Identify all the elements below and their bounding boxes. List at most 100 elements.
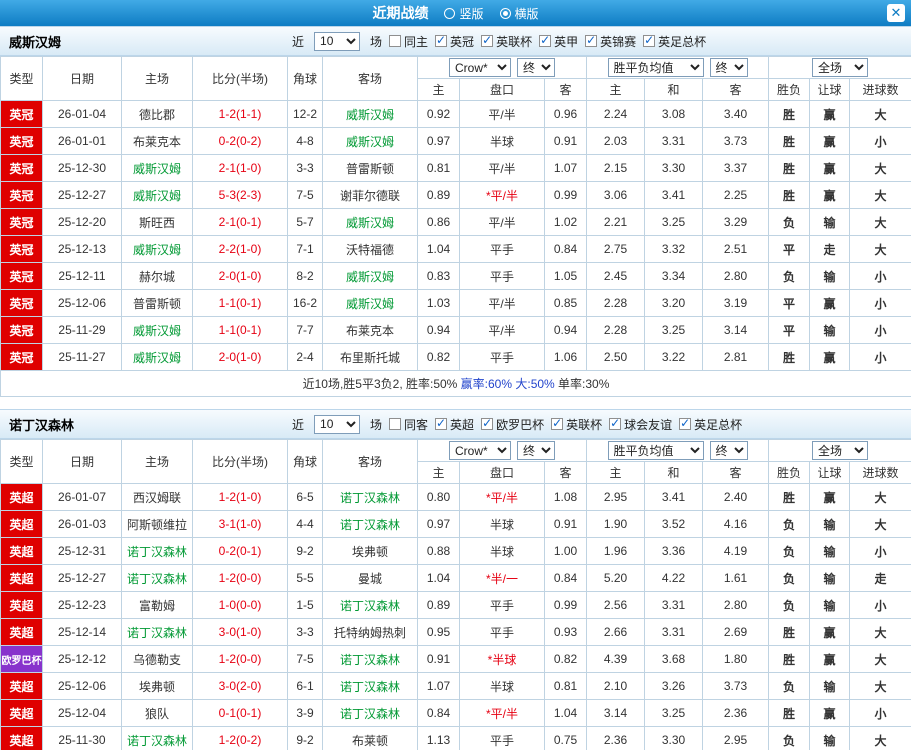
home-team[interactable]: 乌德勒支 [121,645,193,673]
checkbox-checked-icon[interactable] [609,416,622,430]
avg-final-select[interactable]: 终 [709,441,748,460]
home-team[interactable]: 富勒姆 [121,591,193,619]
away-team[interactable]: 托特纳姆热刺 [322,618,418,646]
away-team[interactable]: 埃弗顿 [322,537,418,565]
home-team[interactable]: 埃弗顿 [121,672,193,700]
avg-final-select[interactable]: 终 [709,58,748,77]
match-row: 英冠 26-01-04 德比郡 1-2(1-1) 12-2 威斯汉姆 0.92 平/半 0.96… [0,100,911,128]
match-row: 英冠 25-12-30 威斯汉姆 2-1(1-0) 3-3 普雷斯顿 0.81 平/半 1.07… [0,154,911,182]
checkbox-checked-icon[interactable] [435,33,448,47]
away-team[interactable]: 诺丁汉森林 [322,645,418,673]
checkbox-unchecked-icon[interactable] [389,35,402,47]
eu-away-odds: 2.80 [702,591,770,619]
away-team[interactable]: 诺丁汉森林 [322,699,418,727]
corners: 3-9 [287,699,323,727]
competition-filter[interactable]: 英冠 [435,33,474,50]
competition-filter[interactable]: 同客 [389,416,428,433]
competition-filter[interactable]: 英联杯 [551,416,602,433]
recent-count-select[interactable]: 10 [314,31,361,51]
away-team[interactable]: 威斯汉姆 [322,289,418,317]
home-team[interactable]: 斯旺西 [121,208,193,236]
competition-filter[interactable]: 英超 [435,416,474,433]
away-team[interactable]: 诺丁汉森林 [322,672,418,700]
eu-home-odds: 5.20 [586,564,646,592]
home-team[interactable]: 诺丁汉森林 [121,537,193,565]
checkbox-unchecked-icon[interactable] [389,418,402,430]
result-goals: 大 [849,208,911,236]
competition-filter[interactable]: 英锦赛 [585,33,636,50]
checkbox-checked-icon[interactable] [481,33,494,47]
result-handicap: 输 [809,262,851,290]
competition-filter[interactable]: 球会友谊 [609,416,672,433]
scope-select[interactable]: 全场 [812,441,869,460]
competition-filter[interactable]: 英甲 [539,33,578,50]
match-date: 25-12-27 [42,564,122,592]
away-team[interactable]: 布莱顿 [322,726,418,750]
bookmaker-select[interactable]: Crow* [449,441,512,460]
checkbox-checked-icon[interactable] [539,33,552,47]
radio-selected-icon[interactable] [499,7,511,19]
home-team[interactable]: 赫尔城 [121,262,193,290]
checkbox-checked-icon[interactable] [435,416,448,430]
match-date: 26-01-01 [42,127,122,155]
away-team[interactable]: 谢菲尔德联 [322,181,418,209]
checkbox-checked-icon[interactable] [481,416,494,430]
checkbox-checked-icon[interactable] [643,33,656,47]
eu-draw-odds: 3.08 [644,100,704,128]
home-team[interactable]: 狼队 [121,699,193,727]
section-header: 诺丁汉森林 近 10 场 同客 英超 欧罗巴杯 英联杯 球会友谊 英足总杯 [0,409,911,439]
home-team[interactable]: 威斯汉姆 [121,316,193,344]
competition-filter[interactable]: 英足总杯 [643,33,706,50]
checkbox-checked-icon[interactable] [551,416,564,430]
eu-draw-odds: 3.25 [644,316,704,344]
away-team[interactable]: 普雷斯顿 [322,154,418,182]
checkbox-checked-icon[interactable] [679,416,692,430]
home-team[interactable]: 威斯汉姆 [121,181,193,209]
home-team[interactable]: 诺丁汉森林 [121,726,193,750]
competition-filter[interactable]: 英联杯 [481,33,532,50]
layout-horizontal-radio[interactable]: 横版 [499,5,539,22]
home-team[interactable]: 普雷斯顿 [121,289,193,317]
away-team[interactable]: 威斯汉姆 [322,100,418,128]
avg-odds-select[interactable]: 胜平负均值 [607,58,704,77]
bookmaker-final-select[interactable]: 终 [517,441,556,460]
competition-filter[interactable]: 同主 [389,33,428,50]
eu-draw-odds: 3.36 [644,537,704,565]
eu-away-odds: 2.80 [702,262,770,290]
home-team[interactable]: 威斯汉姆 [121,154,193,182]
home-team[interactable]: 阿斯顿维拉 [121,510,193,538]
match-date: 25-12-20 [42,208,122,236]
away-team[interactable]: 沃特福德 [322,235,418,263]
home-team[interactable]: 德比郡 [121,100,193,128]
away-team[interactable]: 诺丁汉森林 [322,483,418,511]
radio-unselected-icon[interactable] [444,7,456,19]
away-team[interactable]: 威斯汉姆 [322,127,418,155]
competition-filter[interactable]: 欧罗巴杯 [481,416,544,433]
avg-odds-select[interactable]: 胜平负均值 [607,441,704,460]
away-team[interactable]: 曼城 [322,564,418,592]
home-team[interactable]: 威斯汉姆 [121,343,193,371]
competition-filter[interactable]: 英足总杯 [679,416,742,433]
away-team[interactable]: 诺丁汉森林 [322,510,418,538]
away-team[interactable]: 布莱克本 [322,316,418,344]
bookmaker-select[interactable]: Crow* [449,58,512,77]
layout-vertical-radio[interactable]: 竖版 [444,5,484,22]
checkbox-checked-icon[interactable] [585,33,598,47]
away-team[interactable]: 布里斯托城 [322,343,418,371]
league-badge: 英超 [0,591,43,619]
away-team[interactable]: 威斯汉姆 [322,262,418,290]
column-subheader: 胜负 [768,78,811,101]
scope-select[interactable]: 全场 [812,58,869,77]
away-team[interactable]: 威斯汉姆 [322,208,418,236]
result-handicap: 输 [809,316,851,344]
home-team[interactable]: 威斯汉姆 [121,235,193,263]
away-team[interactable]: 诺丁汉森林 [322,591,418,619]
home-team[interactable]: 布莱克本 [121,127,193,155]
home-team[interactable]: 西汉姆联 [121,483,193,511]
close-icon[interactable]: ✕ [887,4,905,22]
bookmaker-final-select[interactable]: 终 [517,58,556,77]
home-team[interactable]: 诺丁汉森林 [121,618,193,646]
corners: 16-2 [287,289,323,317]
recent-count-select[interactable]: 10 [314,414,361,434]
home-team[interactable]: 诺丁汉森林 [121,564,193,592]
